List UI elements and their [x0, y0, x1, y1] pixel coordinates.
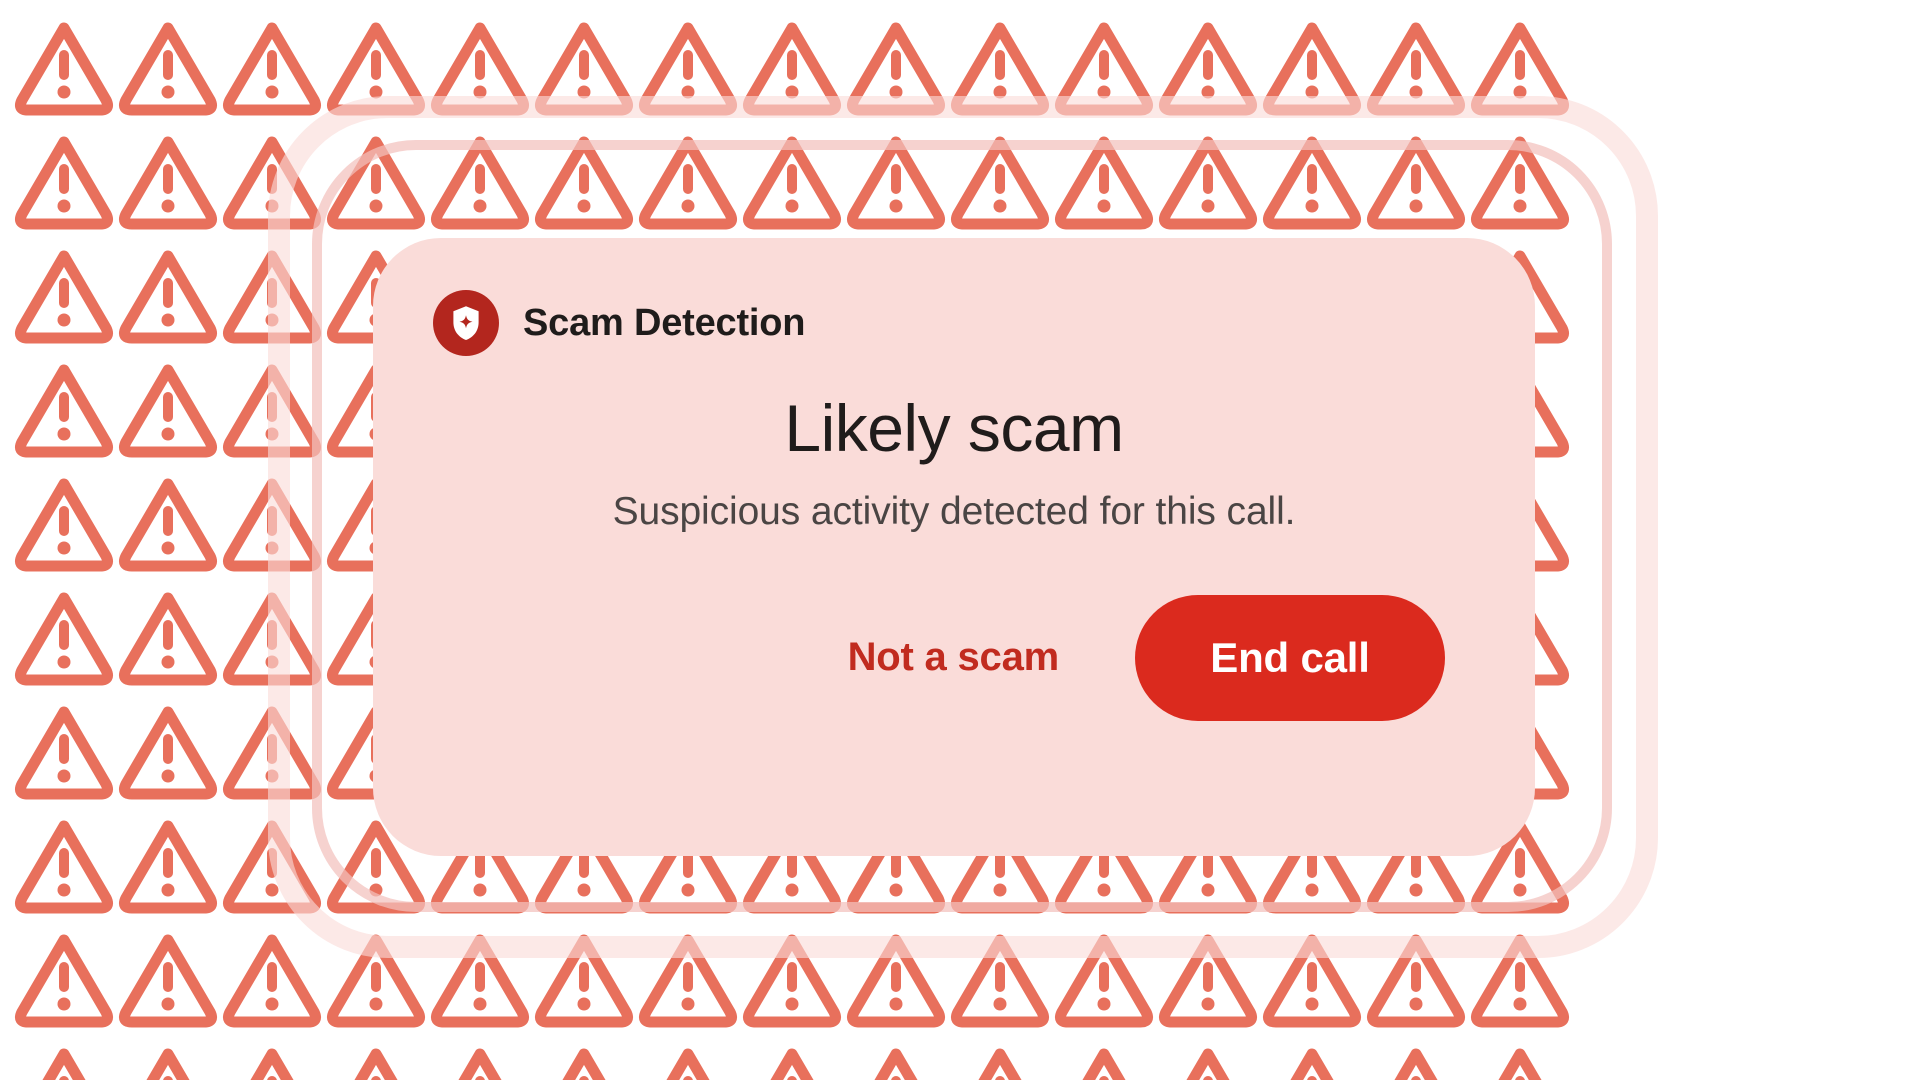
warning-triangle-icon	[228, 484, 315, 566]
warning-triangle-icon	[20, 940, 107, 1022]
warning-triangle-icon	[332, 940, 419, 1022]
warning-triangle-icon	[436, 940, 523, 1022]
warning-triangle-icon	[332, 28, 419, 110]
warning-triangle-icon	[228, 256, 315, 338]
warning-triangle-icon	[1372, 28, 1459, 110]
warning-triangle-icon	[124, 28, 211, 110]
warning-triangle-icon	[20, 28, 107, 110]
warning-triangle-icon	[1268, 940, 1355, 1022]
warning-triangle-icon	[644, 1054, 731, 1080]
warning-triangle-icon	[228, 712, 315, 794]
warning-triangle-icon	[228, 940, 315, 1022]
warning-triangle-icon	[1476, 28, 1563, 110]
warning-triangle-icon	[1060, 1054, 1147, 1080]
warning-triangle-icon	[1164, 142, 1251, 224]
warning-triangle-icon	[1268, 142, 1355, 224]
warning-triangle-icon	[1372, 142, 1459, 224]
warning-triangle-icon	[1164, 28, 1251, 110]
warning-triangle-icon	[1372, 940, 1459, 1022]
warning-triangle-icon	[540, 28, 627, 110]
warning-triangle-icon	[20, 370, 107, 452]
warning-triangle-icon	[124, 142, 211, 224]
warning-triangle-icon	[852, 28, 939, 110]
warning-triangle-icon	[1476, 1054, 1563, 1080]
warning-triangle-icon	[956, 1054, 1043, 1080]
warning-triangle-icon	[1476, 142, 1563, 224]
warning-triangle-icon	[124, 484, 211, 566]
warning-triangle-icon	[1372, 1054, 1459, 1080]
warning-triangle-icon	[436, 28, 523, 110]
warning-triangle-icon	[956, 28, 1043, 110]
warning-triangle-icon	[332, 142, 419, 224]
warning-triangle-icon	[748, 28, 835, 110]
warning-triangle-icon	[124, 256, 211, 338]
warning-triangle-icon	[1268, 28, 1355, 110]
not-a-scam-button[interactable]: Not a scam	[844, 625, 1063, 690]
warning-triangle-icon	[852, 142, 939, 224]
warning-triangle-icon	[228, 28, 315, 110]
warning-triangle-icon	[852, 940, 939, 1022]
warning-triangle-icon	[124, 1054, 211, 1080]
warning-triangle-icon	[124, 712, 211, 794]
warning-triangle-icon	[852, 1054, 939, 1080]
warning-triangle-icon	[20, 712, 107, 794]
warning-triangle-icon	[1060, 940, 1147, 1022]
warning-triangle-icon	[228, 370, 315, 452]
warning-triangle-icon	[748, 940, 835, 1022]
scam-detection-card: Scam Detection Likely scam Suspicious ac…	[373, 238, 1535, 856]
app-name-label: Scam Detection	[523, 302, 806, 344]
card-body: Likely scam Suspicious activity detected…	[433, 391, 1475, 537]
warning-triangle-icon	[20, 598, 107, 680]
end-call-button[interactable]: End call	[1135, 594, 1445, 721]
warning-triangle-icon	[124, 826, 211, 908]
warning-triangle-icon	[644, 142, 731, 224]
warning-triangle-icon	[20, 256, 107, 338]
warning-triangle-icon	[20, 484, 107, 566]
warning-triangle-icon	[1268, 1054, 1355, 1080]
warning-triangle-icon	[540, 940, 627, 1022]
warning-triangle-icon	[748, 1054, 835, 1080]
warning-triangle-icon	[228, 598, 315, 680]
warning-triangle-icon	[644, 940, 731, 1022]
warning-triangle-icon	[332, 1054, 419, 1080]
warning-triangle-icon	[124, 940, 211, 1022]
warning-triangle-icon	[956, 940, 1043, 1022]
warning-triangle-icon	[1060, 28, 1147, 110]
warning-triangle-icon	[20, 1054, 107, 1080]
card-actions: Not a scam End call	[433, 594, 1475, 721]
warning-triangle-icon	[540, 1054, 627, 1080]
warning-triangle-icon	[20, 826, 107, 908]
warning-triangle-icon	[1060, 142, 1147, 224]
card-header: Scam Detection	[433, 290, 1475, 356]
alert-headline: Likely scam	[784, 391, 1124, 465]
warning-triangle-icon	[228, 1054, 315, 1080]
warning-triangle-icon	[1476, 940, 1563, 1022]
alert-subtext: Suspicious activity detected for this ca…	[612, 489, 1296, 533]
warning-triangle-icon	[20, 142, 107, 224]
warning-triangle-icon	[748, 142, 835, 224]
warning-triangle-icon	[1164, 940, 1251, 1022]
warning-triangle-icon	[124, 370, 211, 452]
screen: Scam Detection Likely scam Suspicious ac…	[0, 0, 1920, 1080]
warning-triangle-icon	[540, 142, 627, 224]
warning-triangle-icon	[436, 142, 523, 224]
warning-triangle-icon	[644, 28, 731, 110]
warning-triangle-icon	[124, 598, 211, 680]
warning-triangle-icon	[1164, 1054, 1251, 1080]
warning-triangle-icon	[436, 1054, 523, 1080]
warning-triangle-icon	[228, 826, 315, 908]
shield-sparkle-icon	[433, 290, 499, 356]
warning-triangle-icon	[228, 142, 315, 224]
warning-triangle-icon	[956, 142, 1043, 224]
